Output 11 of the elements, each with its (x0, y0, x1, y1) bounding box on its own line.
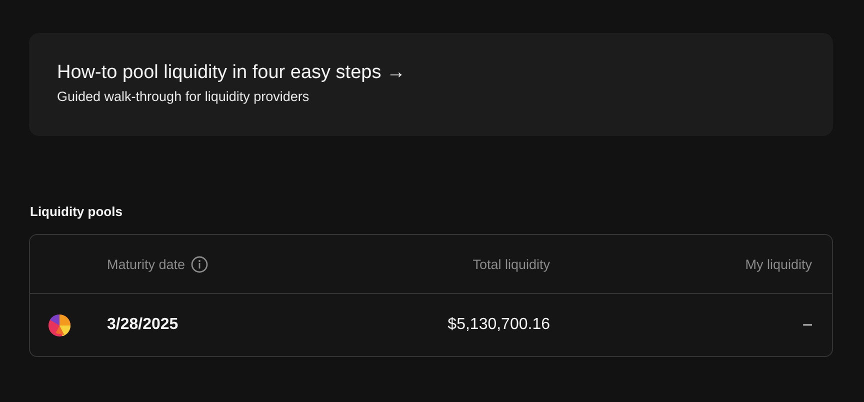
section-title: Liquidity pools (30, 204, 124, 219)
column-header: Maturity date (107, 256, 186, 272)
maturity-date-cell-text: 3/28/2025 (107, 316, 180, 334)
total-liquidity-cell-text: $5,130,700.16 (446, 316, 550, 334)
guide-subtitle: Guided walk-through for liquidity providers (57, 89, 310, 104)
pool-token-icon (48, 314, 71, 336)
column-header: My liquidity (745, 256, 812, 272)
guide-link[interactable]: How-to pool liquidity in four easy steps → (57, 60, 805, 86)
info-icon[interactable] (191, 256, 208, 272)
my-liquidity-cell-text: – (802, 316, 812, 334)
column-header: Total liquidity (472, 256, 550, 272)
